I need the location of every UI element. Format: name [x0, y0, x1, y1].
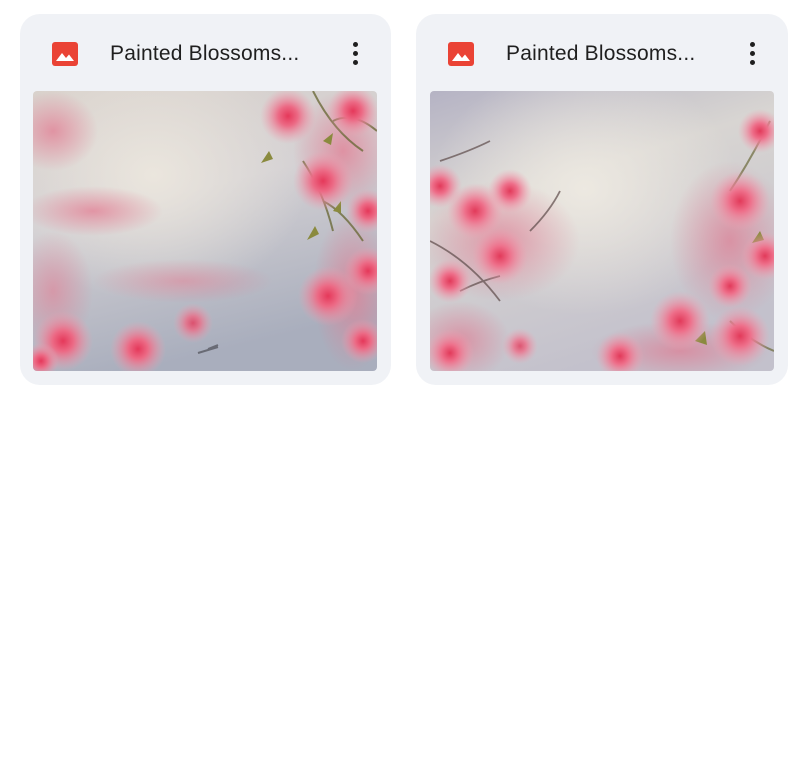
file-card-header: Painted Blossoms... — [416, 14, 788, 91]
more-vert-icon[interactable] — [732, 33, 772, 73]
more-vert-icon[interactable] — [335, 33, 375, 73]
image-icon — [51, 40, 79, 68]
file-name[interactable]: Painted Blossoms... — [110, 41, 320, 67]
image-icon — [447, 40, 475, 68]
file-thumbnail[interactable] — [33, 91, 377, 371]
file-card[interactable]: Painted Blossoms... — [416, 14, 788, 385]
file-card[interactable]: Painted Blossoms... — [20, 14, 391, 385]
file-card-header: Painted Blossoms... — [20, 14, 391, 91]
file-name[interactable]: Painted Blossoms... — [506, 41, 716, 67]
file-thumbnail[interactable] — [430, 91, 774, 371]
file-grid: Painted Blossoms... Painted Blossoms... — [0, 0, 798, 782]
